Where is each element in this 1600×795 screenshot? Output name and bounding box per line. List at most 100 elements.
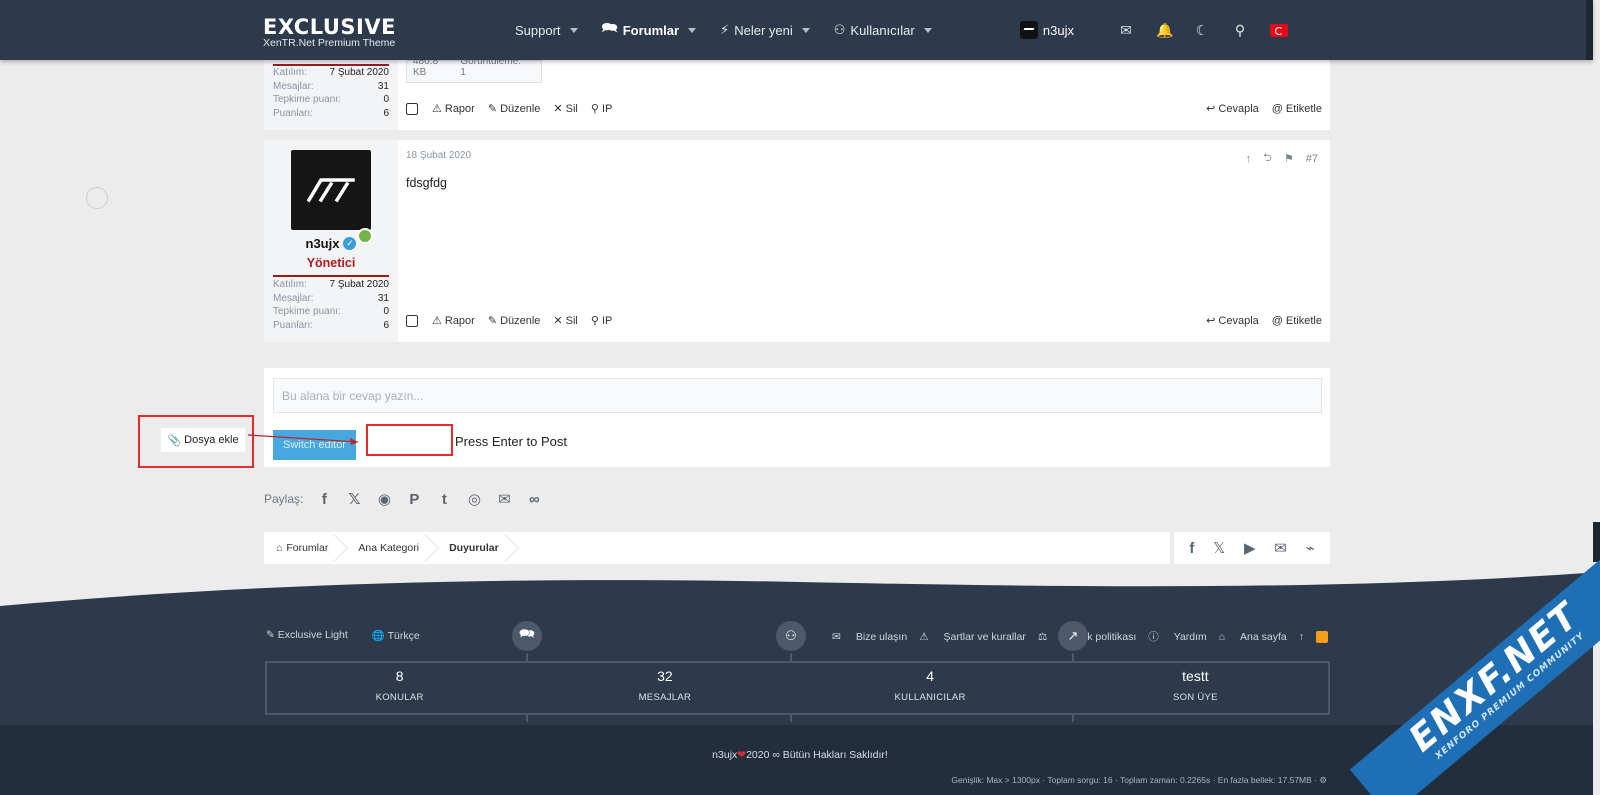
link-icon[interactable]: ∞ bbox=[525, 491, 543, 508]
edit-button[interactable]: ✎ Düzenle bbox=[487, 102, 541, 116]
nav-neler-yeni[interactable]: ⚡ Neler yeni bbox=[720, 22, 810, 38]
youtube-icon[interactable]: ▶ bbox=[1244, 539, 1256, 557]
post-actions-right: ↩ Cevapla @ Etiketle bbox=[1206, 314, 1322, 328]
main-nav: Support 🗪 Forumlar ⚡ Neler yeni ⚇ Kullanıcı… bbox=[515, 0, 956, 60]
bell-icon[interactable]: 🔔 bbox=[1156, 22, 1173, 39]
share-icon[interactable]: ⮌ bbox=[1263, 149, 1272, 168]
post-username[interactable]: n3ujx ✓ bbox=[264, 236, 398, 251]
gear-icon[interactable]: ⚙ bbox=[1319, 775, 1327, 785]
reply-input[interactable]: Bu alana bir cevap yazın... bbox=[273, 378, 1322, 413]
turkish-flag-icon[interactable] bbox=[1270, 23, 1288, 37]
delete-label: Sil bbox=[565, 102, 578, 115]
select-checkbox[interactable] bbox=[406, 314, 418, 327]
tumblr-icon[interactable]: t bbox=[435, 491, 453, 508]
reply-button[interactable]: ↩ Cevapla bbox=[1206, 102, 1259, 116]
delete-label: Sil bbox=[565, 314, 578, 327]
warning-icon: ⚠ bbox=[432, 315, 442, 327]
rss-icon[interactable] bbox=[1316, 630, 1328, 643]
role-divider bbox=[273, 64, 389, 66]
share-bar: Paylaş: f 𝕏 ◉ P t ◎ ✉ ∞ bbox=[264, 490, 543, 509]
nav-forumlar[interactable]: 🗪 Forumlar bbox=[602, 19, 697, 41]
twitter-icon[interactable]: 𝕏 bbox=[345, 490, 363, 508]
stat-number: 4 bbox=[926, 668, 935, 684]
stat-label: Tepkime puanı: bbox=[273, 94, 341, 105]
post-number[interactable]: #7 bbox=[1306, 153, 1318, 165]
stat-value: 31 bbox=[377, 80, 389, 92]
avatar[interactable] bbox=[291, 150, 373, 244]
stat-label: SON ÜYE bbox=[1172, 692, 1218, 703]
breadcrumb-duyurular[interactable]: Duyurular bbox=[437, 532, 517, 564]
moon-icon[interactable]: ☾ bbox=[1194, 22, 1210, 39]
logo-mark-icon bbox=[307, 178, 355, 203]
whatsapp-icon[interactable]: ◎ bbox=[465, 490, 483, 508]
tag-button[interactable]: @ Etiketle bbox=[1272, 314, 1322, 327]
tag-button[interactable]: @ Etiketle bbox=[1272, 102, 1322, 115]
facebook-icon[interactable]: f bbox=[1189, 540, 1194, 557]
language-link[interactable]: 🌐 Türkçe bbox=[372, 629, 432, 642]
ip-button[interactable]: ⚲ IP bbox=[591, 102, 612, 116]
edit-button[interactable]: ✎ Düzenle bbox=[487, 314, 541, 328]
facebook-icon[interactable]: f bbox=[315, 491, 333, 508]
scrollbar[interactable] bbox=[1593, 60, 1600, 795]
pencil-icon: ✎ bbox=[487, 315, 498, 327]
breadcrumb-ana-kategori[interactable]: Ana Kategori bbox=[346, 532, 437, 564]
chevron-down-icon[interactable] bbox=[569, 27, 578, 33]
loading-circle-icon bbox=[86, 187, 108, 209]
delete-button[interactable]: ✕ Sil bbox=[553, 314, 578, 328]
envelope-icon[interactable]: ✉ bbox=[1274, 539, 1287, 557]
attach-file-button[interactable]: 📎 Dosya ekle bbox=[160, 427, 246, 453]
stat-row: Puanları: 6 bbox=[273, 320, 389, 334]
report-button[interactable]: ⚠ Rapor bbox=[432, 314, 475, 328]
post-tools: ↑ ⮌ ⚑ #7 bbox=[1234, 149, 1318, 168]
site-logo[interactable]: EXCLUSIVE XenTR.Net Premium Theme bbox=[263, 16, 396, 49]
search-icon[interactable]: ⚲ bbox=[1232, 22, 1248, 39]
debug-info: Genişlik: Max > 1300px · Toplam sorgu: 1… bbox=[951, 775, 1327, 786]
stat-kullanicilar: 4 KULLANICILAR bbox=[798, 663, 1063, 713]
stat-value: 31 bbox=[377, 292, 389, 304]
help-link[interactable]: ⓘ Yardım bbox=[1148, 629, 1207, 644]
bookmark-icon[interactable]: ⚑ bbox=[1284, 152, 1294, 165]
chevron-down-icon[interactable] bbox=[801, 27, 810, 33]
chevron-down-icon[interactable] bbox=[923, 27, 932, 33]
chart-icon: ↗ bbox=[1058, 621, 1088, 651]
nav-kullanicilar[interactable]: ⚇ Kullanıcılar bbox=[834, 22, 932, 38]
ip-button[interactable]: ⚲ IP bbox=[591, 314, 612, 328]
close-icon: ✕ bbox=[553, 315, 563, 327]
reply-button[interactable]: ↩ Cevapla bbox=[1206, 314, 1259, 328]
social-links: f 𝕏 ▶ ✉ ⌁ bbox=[1174, 532, 1330, 564]
pinterest-icon[interactable]: P bbox=[405, 491, 423, 508]
comments-icon: 🗪 bbox=[601, 20, 618, 35]
pencil-icon: ✎ bbox=[487, 103, 498, 115]
attachment-thumb[interactable]: 480.8 KB Görüntüleme: 1 bbox=[406, 56, 542, 83]
scrollbar-thumb[interactable] bbox=[1593, 522, 1600, 562]
twitter-icon[interactable]: 𝕏 bbox=[1213, 539, 1225, 557]
stat-number: 8 bbox=[395, 668, 404, 684]
crumb-label: Ana Kategori bbox=[358, 542, 420, 554]
breadcrumb-forumlar[interactable]: ⌂ Forumlar bbox=[264, 532, 346, 564]
post-previous: Katılım: 7 Şubat 2020 Mesajlar: 31 Tepkime… bbox=[264, 56, 1330, 130]
report-button[interactable]: ⚠ Rapor bbox=[432, 102, 475, 116]
delete-button[interactable]: ✕ Sil bbox=[553, 102, 578, 116]
stat-value: 6 bbox=[383, 319, 389, 331]
nav-neler-yeni-label: Neler yeni bbox=[734, 22, 793, 38]
select-checkbox[interactable] bbox=[406, 102, 418, 115]
user-stats: Katılım: 7 Şubat 2020 Mesajlar: 31 Tepkime… bbox=[273, 67, 389, 121]
arrow-up-icon[interactable]: ↑ bbox=[1246, 153, 1252, 165]
reddit-icon[interactable]: ◉ bbox=[375, 490, 393, 508]
home-link[interactable]: ⌂ Ana sayfa bbox=[1219, 631, 1287, 643]
account-link[interactable]: n3ujx bbox=[1019, 21, 1074, 39]
post-7: n3ujx ✓ Yönetici Katılım: 7 Şubat 2020 Mes… bbox=[264, 140, 1330, 342]
highlighted-post-slot[interactable] bbox=[366, 424, 453, 456]
arrow-up-icon[interactable]: ↑ bbox=[1299, 631, 1304, 643]
stat-label: Katılım: bbox=[273, 279, 307, 290]
chevron-down-icon[interactable] bbox=[688, 27, 697, 33]
rss-icon[interactable]: ⌁ bbox=[1306, 539, 1315, 557]
nav-support[interactable]: Support bbox=[515, 23, 578, 38]
account-username: n3ujx bbox=[1042, 22, 1074, 38]
post-date[interactable]: 18 Şubat 2020 bbox=[406, 150, 471, 161]
email-icon[interactable]: ✉ bbox=[495, 490, 513, 508]
style-chooser-link[interactable]: ✎ Exclusive Light bbox=[266, 629, 360, 642]
envelope-icon[interactable]: ✉ bbox=[1118, 22, 1134, 39]
contact-link[interactable]: ✉ Bize ulaşın bbox=[832, 631, 907, 643]
terms-link[interactable]: ⚠ Şartlar ve kurallar bbox=[919, 631, 1026, 643]
